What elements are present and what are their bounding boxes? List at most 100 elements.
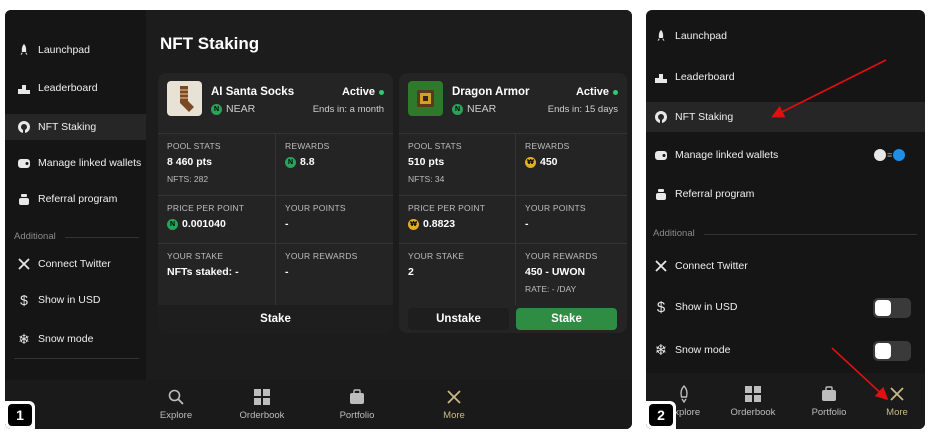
- card-header: Dragon Armor N NEAR Active Ends in: 15 d…: [399, 73, 627, 125]
- close-icon: [890, 386, 904, 401]
- tab-portfolio[interactable]: Portfolio: [333, 380, 381, 429]
- status-dot-icon: [379, 89, 384, 95]
- nfts-count: NFTS: 282: [167, 174, 209, 184]
- rate-value: RATE: - /DAY: [525, 284, 577, 294]
- dollar-icon: $: [656, 298, 666, 316]
- snowflake-icon: ❄: [654, 342, 668, 359]
- podium-icon: [652, 68, 670, 86]
- unstake-button[interactable]: Unstake: [408, 308, 509, 330]
- ends-in: Ends in: 15 days: [547, 104, 618, 115]
- sidebar-item-connect-twitter[interactable]: Connect Twitter: [5, 251, 146, 277]
- status-text: Active: [575, 86, 609, 98]
- gift-icon: [15, 190, 33, 208]
- sidebar-item-label: Launchpad: [675, 30, 727, 42]
- nft-thumbnail[interactable]: [167, 81, 202, 116]
- near-token-icon: N: [285, 156, 296, 168]
- stake-button[interactable]: Stake: [516, 308, 617, 330]
- sidebar-item-leaderboard[interactable]: Leaderboard: [5, 75, 146, 101]
- show-in-usd-toggle[interactable]: [873, 298, 911, 318]
- tab-more[interactable]: More: [437, 380, 471, 429]
- wallet-brand-icon: [893, 149, 906, 161]
- cell-label: YOUR STAKE: [167, 251, 224, 261]
- orderbook-icon: [745, 385, 761, 402]
- divider: [704, 234, 917, 235]
- sidebar-item-referral-program[interactable]: Referral program: [5, 186, 146, 212]
- cell-label: YOUR REWARDS: [285, 251, 358, 261]
- staking-icon: [652, 108, 670, 126]
- your-points-value: -: [285, 218, 289, 230]
- search-icon: [168, 389, 184, 405]
- step-badge: 2: [646, 401, 676, 429]
- price-value: ₩0.8823: [408, 218, 506, 230]
- sidebar-item-show-in-usd[interactable]: $ Show in USD: [5, 287, 146, 313]
- additional-section-label: Additional: [14, 231, 56, 242]
- sidebar-item-label: Referral program: [38, 193, 118, 205]
- sidebar-item-snow-mode[interactable]: ❄ Snow mode: [5, 326, 146, 352]
- step-number: 2: [649, 404, 673, 426]
- tab-label: Orderbook: [730, 406, 776, 418]
- cell-label: POOL STATS: [167, 141, 221, 151]
- nft-thumbnail[interactable]: [408, 81, 443, 116]
- tab-label: Orderbook: [239, 410, 285, 421]
- sidebar-item-label: Manage linked wallets: [38, 157, 142, 169]
- rewards-cell: REWARDS N 8.8: [275, 134, 393, 195]
- x-twitter-icon: [15, 255, 33, 273]
- your-rewards-value: -: [285, 266, 289, 278]
- sidebar-item-launchpad[interactable]: Launchpad: [646, 21, 925, 51]
- nft-staking-card: AI Santa Socks N NEAR Active Ends in: a …: [158, 73, 393, 333]
- divider: [14, 358, 139, 359]
- sidebar-item-manage-linked-wallets[interactable]: Manage linked wallets: [5, 150, 146, 176]
- tab-orderbook[interactable]: Orderbook: [233, 380, 291, 429]
- cell-label: REWARDS: [285, 141, 330, 151]
- divider: [65, 237, 139, 238]
- tab-explore[interactable]: Explore: [155, 380, 197, 429]
- screenshot-2: Launchpad Leaderboard NFT Staking Manage…: [646, 10, 925, 429]
- status-badge: Active: [576, 86, 618, 98]
- tab-more[interactable]: More: [882, 373, 912, 429]
- price-row: PRICE PER POINT N 0.001040 YOUR POINTS -: [158, 195, 393, 243]
- sidebar-item-label: Show in USD: [38, 294, 101, 306]
- x-twitter-icon: [652, 257, 670, 275]
- cell-label: PRICE PER POINT: [167, 203, 245, 213]
- sidebar-item-nft-staking[interactable]: NFT Staking: [5, 114, 146, 140]
- nfts-count: NFTS: 34: [408, 174, 445, 184]
- tab-orderbook[interactable]: Orderbook: [728, 373, 778, 429]
- sidebar-item-nft-staking[interactable]: NFT Staking: [646, 102, 925, 132]
- bottom-tab-bar: Explore Orderbook Portfolio More: [646, 373, 925, 429]
- stake-row: YOUR STAKE NFTs staked: - YOUR REWARDS -: [158, 243, 393, 305]
- price-row: PRICE PER POINT ₩0.8823 YOUR POINTS -: [399, 195, 627, 243]
- toggle-knob: [875, 343, 891, 359]
- uwon-token-icon: ₩: [525, 156, 536, 168]
- bottom-tab-bar: Explore Orderbook Portfolio More: [5, 380, 632, 429]
- your-points-cell: YOUR POINTS -: [515, 196, 627, 243]
- step-number: 1: [8, 404, 32, 426]
- sidebar-item-referral-program[interactable]: Referral program: [646, 179, 925, 209]
- your-stake-cell: YOUR STAKE NFTs staked: -: [158, 244, 275, 305]
- pool-stats-value: 510 pts: [408, 156, 445, 168]
- sidebar-item-label: Connect Twitter: [38, 258, 111, 270]
- tab-label: Portfolio: [339, 410, 375, 421]
- tab-portfolio[interactable]: Portfolio: [808, 373, 850, 429]
- your-rewards-value: 450 - UWON: [525, 266, 586, 278]
- uwon-token-icon: ₩: [408, 218, 419, 230]
- nft-name: Dragon Armor: [452, 86, 530, 98]
- your-stake-value: NFTs staked: -: [167, 266, 239, 278]
- sidebar-item-label: Snow mode: [675, 344, 731, 356]
- tab-label: More: [886, 406, 908, 418]
- price-per-point-cell: PRICE PER POINT ₩0.8823: [399, 196, 515, 243]
- stake-button[interactable]: Stake: [158, 305, 393, 333]
- chain-name: NEAR: [467, 103, 497, 115]
- price-value: N 0.001040: [167, 218, 266, 230]
- price-per-point-cell: PRICE PER POINT N 0.001040: [158, 196, 275, 243]
- chain-label: N NEAR: [452, 103, 496, 115]
- status-badge: Active: [342, 86, 384, 98]
- chain-name: NEAR: [226, 103, 256, 115]
- sidebar-item-leaderboard[interactable]: Leaderboard: [646, 62, 925, 92]
- sidebar-item-launchpad[interactable]: Launchpad: [5, 37, 146, 63]
- status-dot-icon: [613, 89, 618, 95]
- gift-icon: [652, 185, 670, 203]
- sidebar-item-connect-twitter[interactable]: Connect Twitter: [646, 251, 925, 281]
- snow-mode-toggle[interactable]: [873, 341, 911, 361]
- sidebar-item-label: Referral program: [675, 188, 755, 200]
- main-content: NFT Staking AI Santa Socks N NEAR Active…: [146, 10, 632, 380]
